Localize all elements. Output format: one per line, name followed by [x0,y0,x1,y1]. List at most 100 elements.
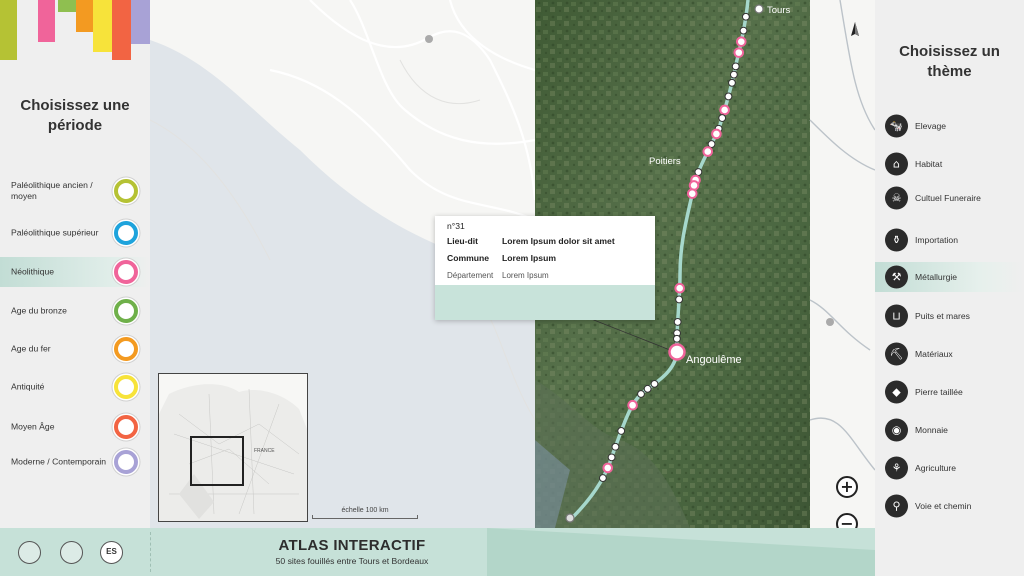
city-label-poitiers: Poitiers [649,156,681,167]
site-marker[interactable] [728,78,736,87]
site-marker[interactable] [617,427,626,435]
north-arrow-icon [851,22,859,36]
amphora-icon: ⚱ [885,228,908,252]
theme-item[interactable]: ⚲ Voie et chemin [875,491,1024,521]
site-marker[interactable] [739,26,748,35]
period-label: Age du bronze [11,305,67,316]
anvil-icon: ⚒ [885,265,908,289]
theme-label: Habitat [915,159,943,169]
period-color-ring[interactable] [114,415,138,439]
theme-item[interactable]: ⚱ Importation [875,225,1024,255]
theme-label: Agriculture [915,463,957,473]
period-color-ring[interactable] [114,221,138,245]
site-marker[interactable] [675,295,684,304]
site-marker[interactable] [741,12,750,21]
site-marker[interactable] [637,390,645,398]
popup-footer-strip [435,285,655,320]
site-marker[interactable] [694,168,703,176]
minimap-france: FRANCE [159,374,307,521]
color-stripe [112,0,131,60]
period-item[interactable]: Néolithique [0,257,150,287]
site-marker[interactable] [688,180,700,191]
coin-icon: ◉ [885,418,908,442]
site-marker[interactable] [611,442,620,451]
theme-label: Cultuel Funeraire [915,193,981,203]
app-subtitle: 50 sites fouillés entre Tours et Bordeau… [275,556,429,566]
site-marker[interactable] [729,70,738,79]
site-marker[interactable] [735,36,747,47]
period-color-ring[interactable] [114,337,138,361]
theme-item[interactable]: ⚒ Métallurgie [875,262,1024,292]
period-label: Moyen Âge [11,421,55,432]
zoom-in-button[interactable]: + [836,476,858,498]
field-value-lieu-dit: Lorem Ipsum dolor sit amet [502,236,615,246]
footer-wedge [487,528,875,576]
footer-circle-button-2[interactable] [60,541,83,564]
site-marker[interactable] [718,114,727,122]
site-marker[interactable] [643,384,652,393]
site-marker[interactable] [707,140,716,148]
theme-label: Monnaie [915,425,948,435]
site-info-popup[interactable]: n°31 Lieu-dit Lorem Ipsum dolor sit amet… [435,216,655,320]
period-item[interactable]: Age du fer [0,334,150,364]
site-marker[interactable] [607,453,616,462]
site-marker[interactable] [702,146,714,157]
theme-item[interactable]: ◉ Monnaie [875,415,1024,445]
period-panel-title: Choisissez une période [20,97,130,134]
site-marker[interactable] [719,104,730,116]
theme-item[interactable]: ☠ Cultuel Funeraire [875,183,1024,213]
site-marker[interactable] [598,474,607,482]
theme-item[interactable]: ◆ Pierre taillée [875,377,1024,407]
theme-label: Matériaux [915,349,953,359]
theme-item[interactable]: ⛏ Matériaux [875,339,1024,369]
cow-icon: 🐄 [885,114,908,138]
theme-label: Pierre taillée [915,387,963,397]
period-item[interactable]: Moderne / Contemporain [0,447,150,477]
house-icon: ⌂ [885,152,908,176]
theme-label: Voie et chemin [915,501,972,511]
period-label: Néolithique [11,266,54,277]
city-label-tours: Tours [767,5,790,16]
theme-item[interactable]: ⌂ Habitat [875,149,1024,179]
theme-item[interactable]: ⚘ Agriculture [875,453,1024,483]
period-panel: Choisissez une période Paléolithique anc… [0,0,150,528]
site-marker[interactable] [673,318,682,326]
period-item[interactable]: Paléolithique supérieur [0,218,150,248]
site-marker[interactable] [724,92,733,101]
site-marker[interactable] [686,188,698,199]
site-marker[interactable] [711,128,722,140]
footer-circle-button-1[interactable] [18,541,41,564]
site-marker[interactable] [650,379,659,388]
app-title: ATLAS INTERACTIF [278,537,426,554]
theme-item[interactable]: 🐄 Elevage [875,111,1024,141]
theme-label: Elevage [915,121,947,131]
period-item[interactable]: Moyen Âge [0,412,150,442]
period-item[interactable]: Antiquité [0,372,150,402]
site-marker[interactable] [602,462,614,474]
site-marker[interactable] [731,62,740,71]
period-label: Antiquité [11,381,45,392]
site-marker[interactable] [627,399,638,411]
pickaxe-icon: ⛏ [885,342,908,366]
period-color-ring[interactable] [114,375,138,399]
field-key-commune: Commune [447,253,490,263]
period-color-ring[interactable] [114,299,138,323]
theme-item[interactable]: ⊔ Puits et mares [875,301,1024,331]
language-es-button[interactable]: ES [100,541,123,564]
skull-icon: ☠ [885,186,908,210]
site-marker[interactable] [673,334,681,343]
site-marker[interactable] [674,282,685,294]
color-stripe [0,0,17,60]
zoom-out-button[interactable]: − [836,513,858,528]
site-number: n°31 [447,221,465,231]
period-item[interactable]: Age du bronze [0,296,150,326]
period-color-ring[interactable] [114,260,138,284]
minimap-country-label: FRANCE [254,448,275,454]
period-color-ring[interactable] [114,179,138,203]
color-stripe [93,0,112,52]
overview-minimap[interactable]: FRANCE [158,373,308,522]
period-item[interactable]: Paléolithique ancien / moyen [0,176,150,206]
period-color-ring[interactable] [114,450,138,474]
site-marker[interactable] [733,47,745,58]
color-stripe [131,0,150,44]
